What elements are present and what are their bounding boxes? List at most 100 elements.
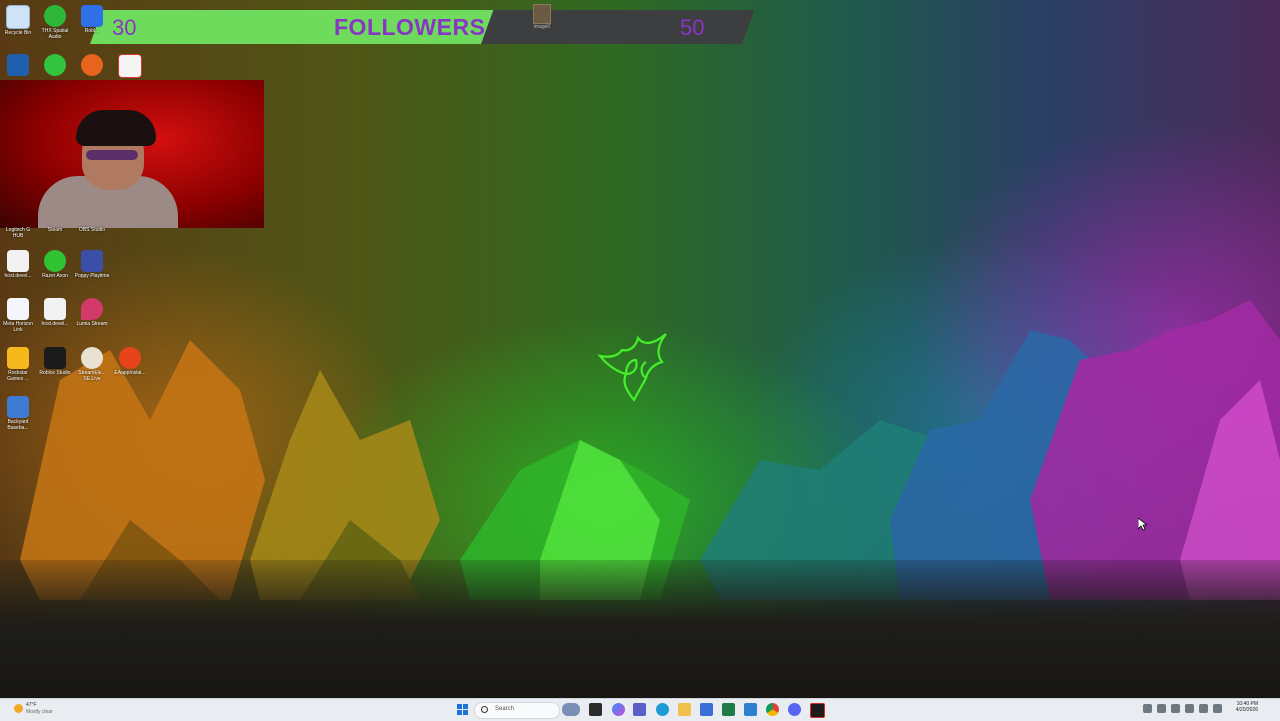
razer-axon-icon bbox=[44, 250, 66, 272]
streamelements-icon bbox=[81, 347, 103, 369]
bluetooth-icon[interactable] bbox=[1171, 704, 1180, 713]
desktop-icon-poppy-playtime[interactable]: Poppy Playtime bbox=[74, 250, 110, 279]
desktop-icon-lumia-stream[interactable]: Lumia Stream bbox=[74, 298, 110, 327]
taskbar: 47°F Mostly clear Search 10:40 PM 4/20/2… bbox=[0, 698, 1280, 721]
edge-icon[interactable] bbox=[656, 703, 669, 716]
desktop-icon-label: THX Spatial Audio bbox=[41, 28, 69, 40]
store-icon[interactable] bbox=[700, 703, 713, 716]
volume-icon[interactable] bbox=[1185, 704, 1194, 713]
mouse-cursor-icon bbox=[1138, 518, 1147, 531]
mail-icon[interactable] bbox=[744, 703, 757, 716]
desktop-icon-meta-horizon-link[interactable]: Meta Horizon Link bbox=[0, 298, 36, 333]
desktop-icon-pdf[interactable] bbox=[112, 54, 148, 78]
excel-icon[interactable] bbox=[722, 703, 735, 716]
search-placeholder: Search bbox=[495, 706, 515, 712]
weather-moon-icon bbox=[14, 704, 23, 713]
desktop-icon-roblox-studio[interactable]: Roblox Studio bbox=[37, 347, 73, 376]
desktop-icon-label: Robl... bbox=[84, 28, 100, 34]
clock-date: 4/20/2026 bbox=[1235, 707, 1258, 713]
taskbar-clock[interactable]: 10:40 PM 4/20/2026 bbox=[1236, 701, 1258, 713]
ea-icon bbox=[119, 347, 141, 369]
desktop-icon-label: Razer Axon bbox=[42, 273, 68, 279]
roblox-studio-icon bbox=[44, 347, 66, 369]
start-button[interactable] bbox=[457, 704, 468, 715]
chrome-icon[interactable] bbox=[766, 703, 779, 716]
image-thumbnail-label: image0 bbox=[533, 24, 551, 30]
desktop-icon-label: OBS Studio bbox=[78, 227, 106, 233]
desktop-icon-settings[interactable] bbox=[0, 54, 36, 76]
desktop-icon-label: host.devel... bbox=[41, 321, 69, 327]
windows-logo-icon bbox=[457, 704, 462, 709]
taskbar-search-box[interactable]: Search bbox=[474, 702, 560, 719]
razer-icon[interactable] bbox=[810, 703, 825, 718]
desktop-icon-ea-app-installer[interactable]: EAappInstal... bbox=[112, 347, 148, 376]
display-icon[interactable] bbox=[1199, 704, 1208, 713]
backyard-baseball-icon bbox=[7, 396, 29, 418]
wallpaper-ground bbox=[0, 560, 1280, 700]
weather-widget[interactable]: 47°F Mostly clear bbox=[14, 702, 114, 718]
widgets-icon[interactable] bbox=[562, 703, 580, 716]
desktop-icon-thx-spatial-audio[interactable]: THX Spatial Audio bbox=[37, 5, 73, 40]
followers-label: FOLLOWERS bbox=[334, 14, 486, 40]
copilot-icon[interactable] bbox=[612, 703, 625, 716]
desktop-icon-backyard-baseball[interactable]: Backyard Baseba... bbox=[0, 396, 36, 431]
desktop-icon-label: host.devel... bbox=[4, 273, 32, 279]
file-icon bbox=[7, 250, 29, 272]
orange-app-icon bbox=[81, 54, 103, 76]
streamer-glasses bbox=[86, 150, 138, 160]
desktop-icon-steam[interactable]: Steam bbox=[37, 226, 73, 233]
chevron-up-icon[interactable] bbox=[1143, 704, 1152, 713]
desktop-icon-logitech-g-hub[interactable]: Logitech G HUB bbox=[0, 226, 36, 239]
desktop-icon-label: Poppy Playtime bbox=[74, 273, 110, 279]
lumia-icon bbox=[81, 298, 103, 320]
weather-temperature: 47°F bbox=[26, 702, 37, 708]
desktop-icon-label: Steam bbox=[47, 227, 63, 233]
settings-icon bbox=[7, 54, 29, 76]
thx-audio-icon bbox=[44, 5, 66, 27]
desktop-icon-streamelements[interactable]: StreamEle... SE.Live bbox=[74, 347, 110, 382]
meta-icon bbox=[7, 298, 29, 320]
rockstar-icon bbox=[7, 347, 29, 369]
battery-icon[interactable] bbox=[1213, 704, 1222, 713]
webcam-overlay bbox=[0, 80, 264, 228]
desktop-icon-label: Logitech G HUB bbox=[5, 227, 31, 239]
pdf-icon bbox=[118, 54, 142, 78]
windows-logo-icon bbox=[463, 704, 468, 709]
weather-condition: Mostly clear bbox=[26, 709, 53, 715]
desktop-icon-label: Lumia Stream bbox=[76, 321, 108, 327]
razer-synapse-icon bbox=[44, 54, 66, 76]
network-icon[interactable] bbox=[1157, 704, 1166, 713]
desktop-icon-orange-app[interactable] bbox=[74, 54, 110, 76]
file-icon bbox=[44, 298, 66, 320]
desktop-icon-host-file-2[interactable]: host.devel... bbox=[37, 298, 73, 327]
streamer-hair bbox=[76, 110, 156, 146]
recycle-bin-icon bbox=[6, 5, 30, 29]
desktop-icon-roblox[interactable]: Robl... bbox=[74, 5, 110, 34]
image-thumbnail[interactable]: image0 bbox=[532, 4, 552, 30]
followers-goal-widget: 30 FOLLOWERS 50 bbox=[90, 10, 755, 44]
desktop-icon-label: Meta Horizon Link bbox=[3, 321, 33, 333]
roblox-icon bbox=[81, 5, 103, 27]
desktop-icon-razer-synapse[interactable] bbox=[37, 54, 73, 76]
desktop-icon-obs-studio[interactable]: OBS Studio bbox=[74, 226, 110, 233]
folder-icon[interactable] bbox=[678, 703, 691, 716]
followers-current-count: 30 bbox=[112, 15, 137, 40]
desktop-icon-label: Rockstar Games ... bbox=[7, 370, 29, 382]
desktop-icon-host-file-1[interactable]: host.devel... bbox=[0, 250, 36, 279]
discord-icon[interactable] bbox=[788, 703, 801, 716]
system-tray bbox=[1143, 704, 1222, 716]
desktop-icon-label: StreamEle... SE.Live bbox=[78, 370, 106, 382]
windows-logo-icon bbox=[457, 710, 462, 715]
teams-icon[interactable] bbox=[633, 703, 646, 716]
desktop-icon-razer-axon[interactable]: Razer Axon bbox=[37, 250, 73, 279]
razer-logo-icon bbox=[597, 333, 667, 402]
desktop-icon-recycle-bin[interactable]: Recycle Bin bbox=[0, 5, 36, 36]
poppy-playtime-icon bbox=[81, 250, 103, 272]
desktop-icon-rockstar-games[interactable]: Rockstar Games ... bbox=[0, 347, 36, 382]
desktop-icon-label: Recycle Bin bbox=[4, 30, 32, 36]
windows-logo-icon bbox=[463, 710, 468, 715]
desktop-icon-label: Backyard Baseba... bbox=[7, 419, 29, 431]
task-view-icon[interactable] bbox=[589, 703, 602, 716]
image-thumbnail-picture bbox=[533, 4, 551, 24]
search-icon bbox=[481, 706, 488, 713]
